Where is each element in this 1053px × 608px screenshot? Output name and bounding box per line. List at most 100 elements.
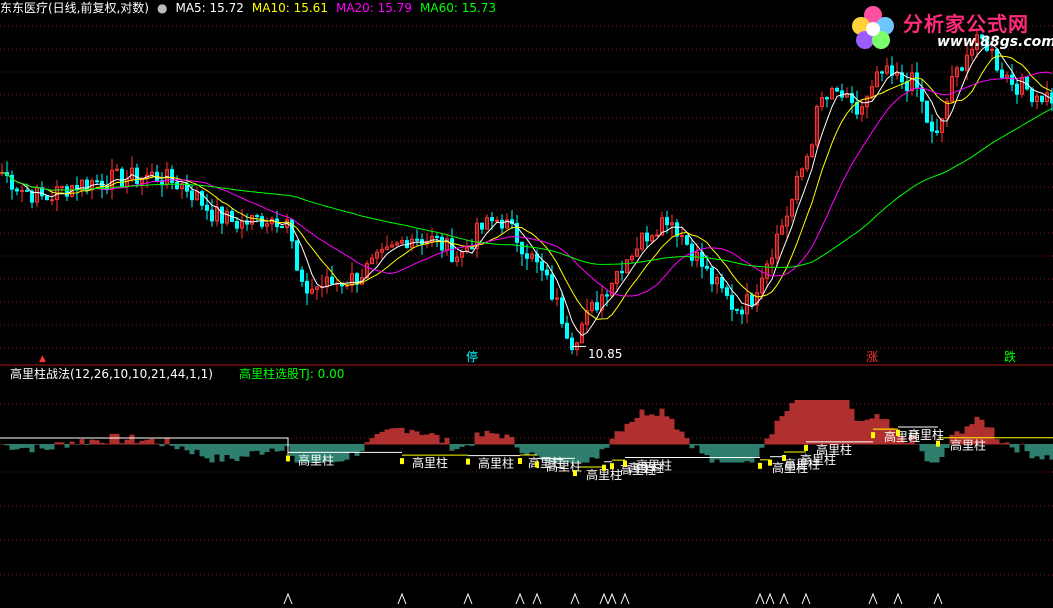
- histogram-bar: [790, 403, 795, 445]
- histogram-bar: [370, 438, 375, 444]
- candle-body: [211, 210, 214, 221]
- histogram-bar: [260, 444, 265, 455]
- histogram-bar: [505, 434, 510, 444]
- candle-body: [496, 220, 499, 221]
- histogram-bar: [595, 444, 600, 459]
- histogram-bar: [780, 416, 785, 444]
- histogram-bar: [990, 428, 995, 445]
- histogram-bar: [945, 444, 950, 448]
- candle-body: [281, 227, 284, 228]
- candle-body: [121, 169, 124, 186]
- histogram-bar: [145, 440, 150, 445]
- indicator-header: 高里柱战法(12,26,10,10,21,44,1,1)高里柱选股TJ: 0.0…: [0, 366, 352, 382]
- histogram-bar: [150, 439, 155, 445]
- histogram-bar: [1050, 444, 1053, 460]
- histogram-bar: [115, 434, 120, 445]
- histogram-bar: [785, 411, 790, 444]
- ma10-value: MA10: 15.61: [252, 1, 328, 15]
- signal-block: [286, 455, 290, 461]
- histogram-bar: [355, 444, 360, 456]
- histogram-bar: [840, 400, 845, 445]
- signal-arrow-icon: [600, 594, 608, 604]
- histogram-bar: [130, 435, 135, 445]
- signal-block: [768, 460, 772, 466]
- signal-block: [602, 465, 606, 471]
- histogram-bar: [155, 444, 160, 445]
- histogram-bar: [485, 431, 490, 445]
- histogram-bar: [210, 444, 215, 462]
- candle-body: [16, 189, 19, 191]
- histogram-bar: [1000, 443, 1005, 444]
- candle-body: [291, 220, 294, 241]
- signal-arrow-icon: [464, 594, 472, 604]
- signal-block: [804, 445, 808, 451]
- histogram-bar: [495, 434, 500, 445]
- histogram-bar: [935, 444, 940, 463]
- ma5-value: MA5: 15.72: [175, 1, 243, 15]
- histogram-bar: [220, 444, 225, 462]
- candle-body: [206, 205, 209, 210]
- grid-lines: [0, 26, 1053, 575]
- candle-body: [471, 248, 474, 249]
- histogram-bar: [460, 444, 465, 447]
- histogram-bar: [1035, 444, 1040, 456]
- candle-body: [191, 191, 194, 199]
- indicator-title[interactable]: 高里柱战法(12,26,10,10,21,44,1,1): [10, 367, 213, 381]
- histogram-bar: [755, 444, 760, 457]
- signal-arrow-icon: [516, 594, 524, 604]
- histogram-bar: [705, 444, 710, 455]
- histogram-bar: [15, 444, 20, 449]
- histogram-bar: [655, 416, 660, 445]
- candle-body: [261, 217, 264, 227]
- signal-block: [466, 459, 470, 465]
- histogram-bar: [835, 400, 840, 445]
- candle-body: [1031, 89, 1034, 102]
- histogram-bar: [185, 444, 190, 450]
- histogram-bar: [865, 420, 870, 445]
- histogram-bar: [1040, 444, 1045, 459]
- histogram-bar: [810, 400, 815, 445]
- histogram-bar: [205, 444, 210, 458]
- signal-arrow-icon: [780, 594, 788, 604]
- histogram-bar: [520, 444, 525, 453]
- signal-block: [573, 470, 577, 476]
- candle-body: [741, 310, 744, 314]
- candle-body: [926, 101, 929, 122]
- histogram-bar: [280, 444, 285, 451]
- histogram-bar: [90, 440, 95, 445]
- histogram-bar: [30, 444, 35, 452]
- histogram-bar: [215, 444, 220, 455]
- histogram-bar: [730, 444, 735, 463]
- histogram-bar: [685, 438, 690, 444]
- candle-body: [171, 170, 174, 183]
- histogram-bar: [770, 434, 775, 444]
- signal-arrow-icon: [571, 594, 579, 604]
- histogram-bar: [365, 442, 370, 444]
- histogram-bar: [35, 444, 40, 445]
- signal-block: [518, 458, 522, 464]
- histogram-bar: [240, 444, 245, 456]
- histogram-bar: [40, 444, 45, 448]
- kline-chart: 高里柱高里柱高里柱高里柱高里柱高里柱高里柱高里柱高里柱高里柱高里柱高里柱高里柱高…: [0, 0, 1053, 605]
- histogram-bar: [795, 400, 800, 445]
- histogram-bar: [405, 433, 410, 444]
- histogram-bar: [635, 418, 640, 445]
- candle-body: [51, 200, 54, 201]
- ma10-line: [2, 56, 1052, 319]
- candle-body: [606, 295, 609, 296]
- histogram-bar: [140, 441, 145, 445]
- histogram-bar: [345, 444, 350, 460]
- histogram-bar: [420, 435, 425, 445]
- histogram-bar: [740, 444, 745, 463]
- histogram-bar: [610, 439, 615, 445]
- histogram-bar: [1015, 444, 1020, 452]
- signal-arrow-icon: [802, 594, 810, 604]
- histogram-bar: [450, 444, 455, 451]
- histogram-bar: [870, 418, 875, 444]
- stock-title[interactable]: 东东医疗(日线,前复权,对数): [0, 1, 149, 15]
- circle-icon[interactable]: ●: [157, 1, 167, 15]
- histogram-bar: [630, 422, 635, 445]
- candle-body: [61, 187, 64, 188]
- histogram-bar: [45, 444, 50, 450]
- histogram-bar: [70, 442, 75, 445]
